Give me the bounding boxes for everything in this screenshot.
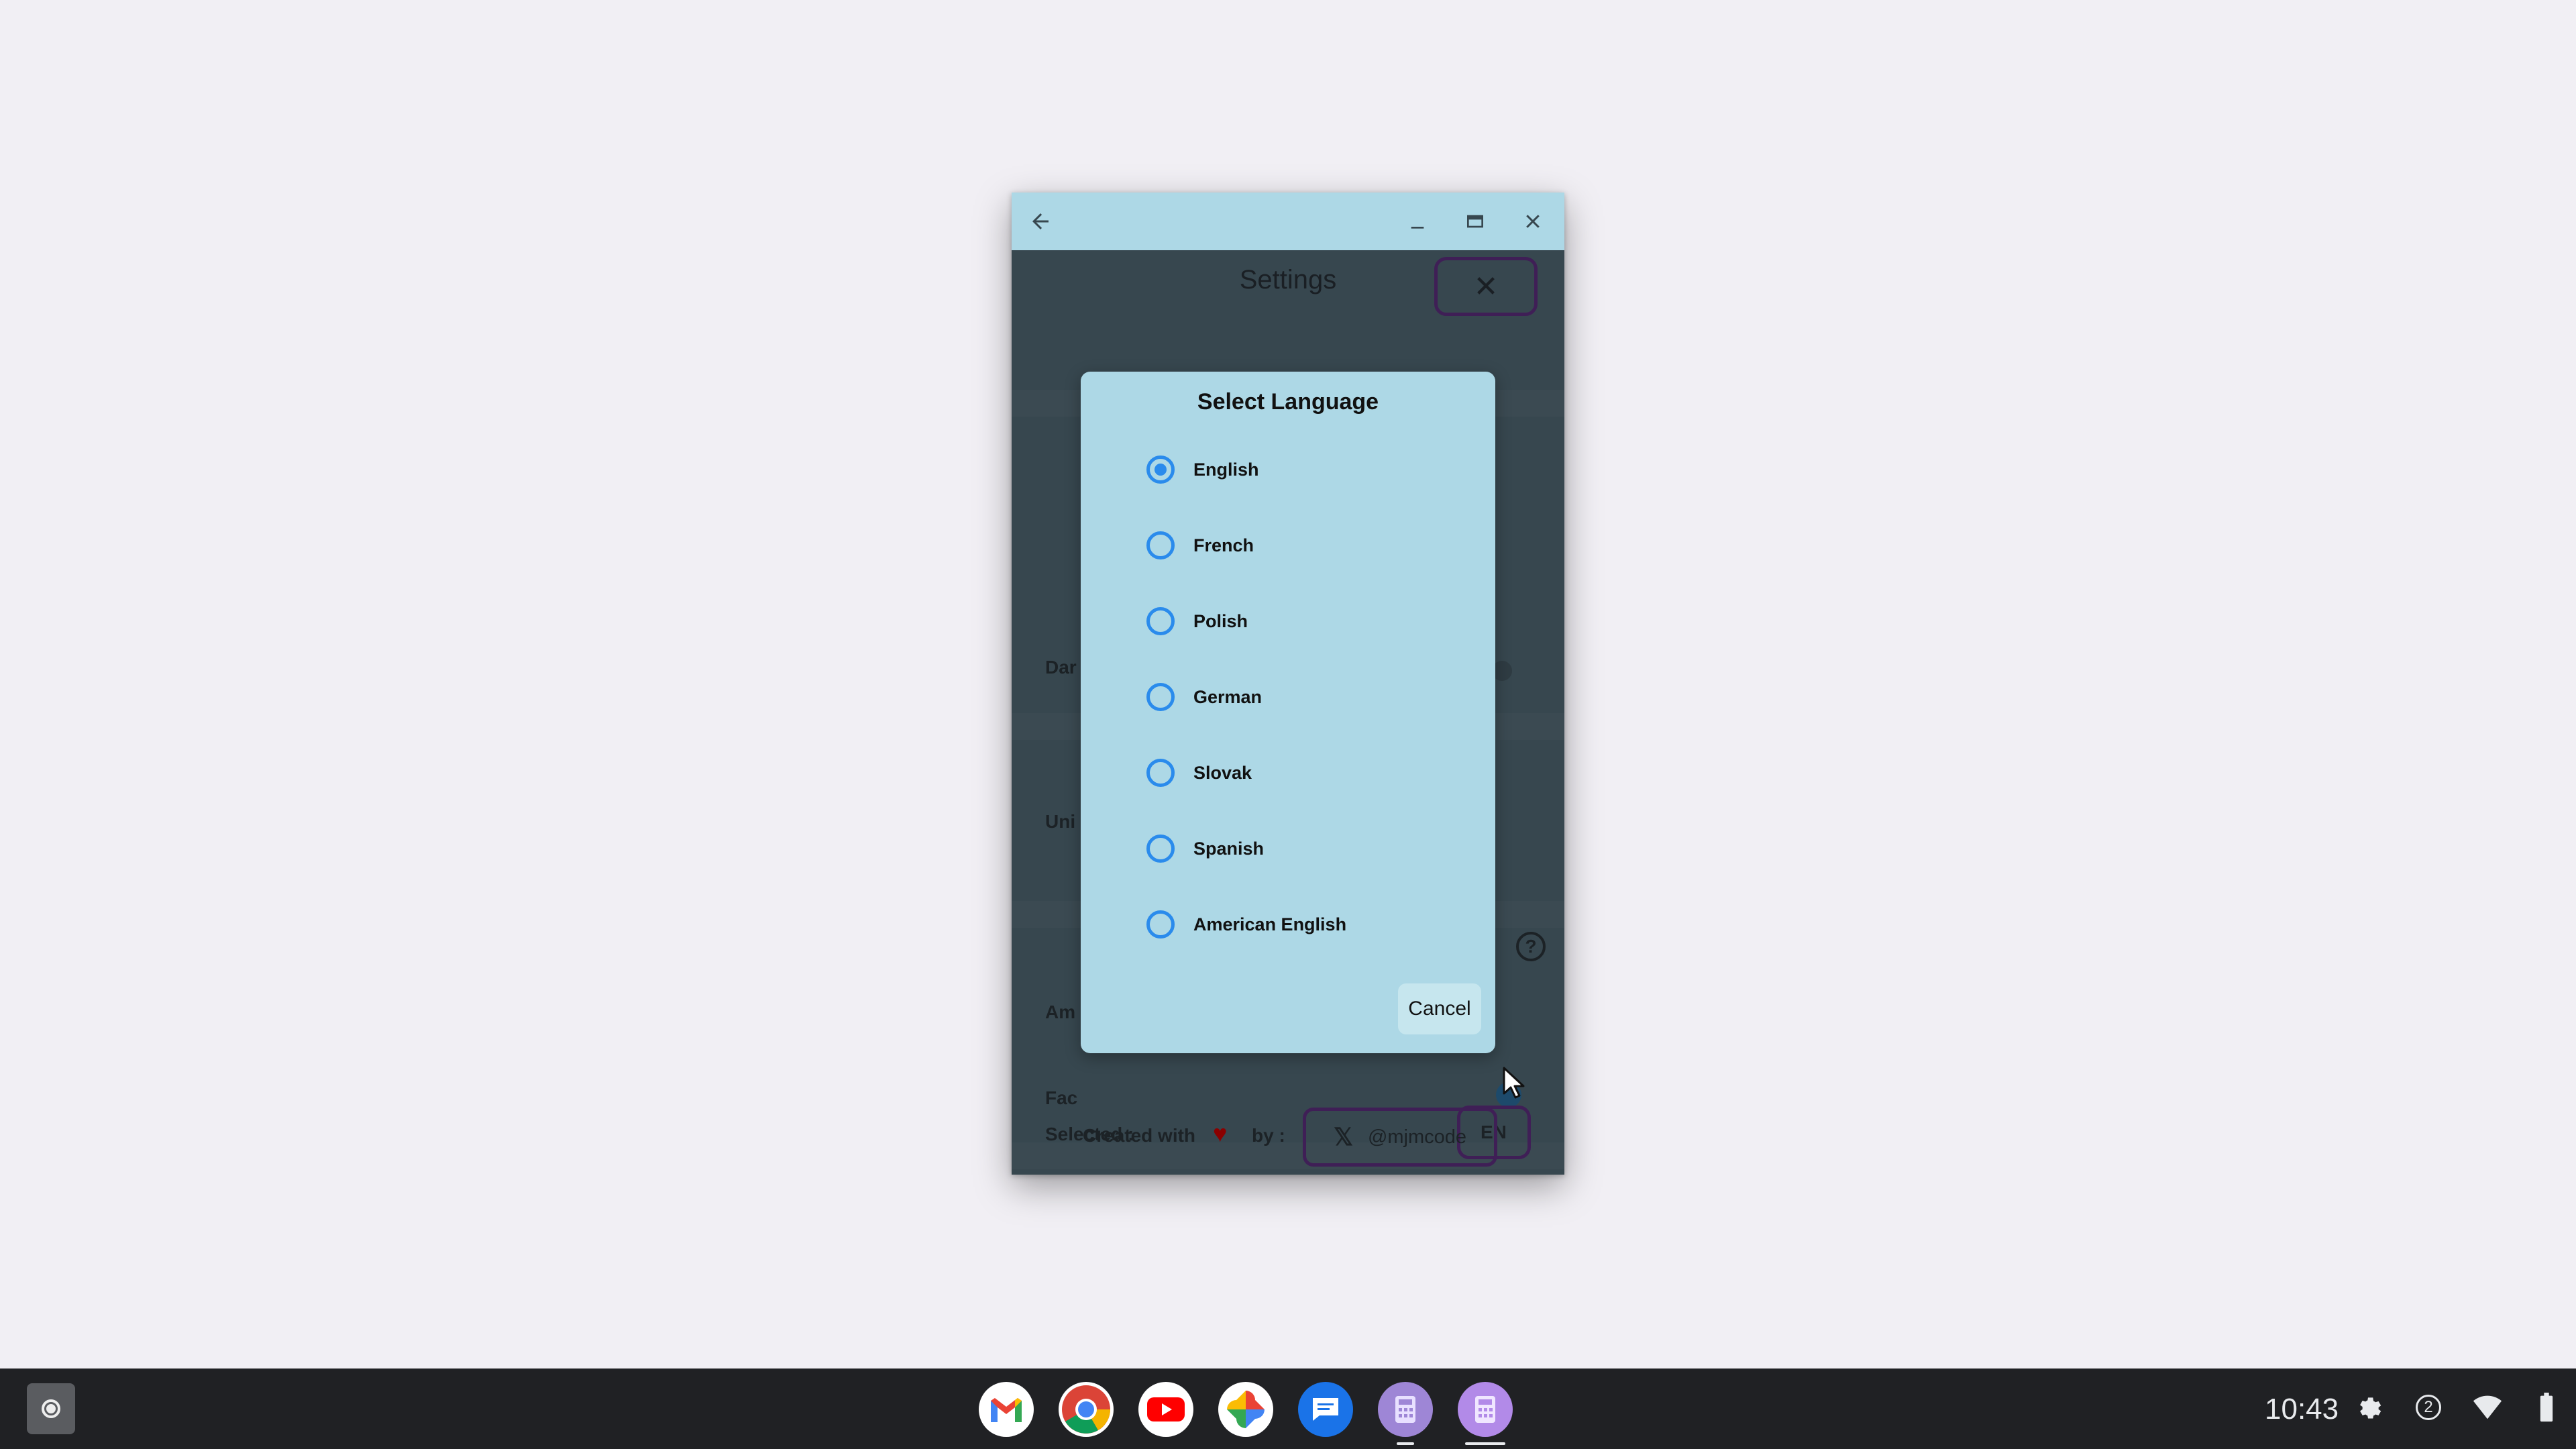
radio-button[interactable] — [1146, 455, 1175, 484]
youtube-app-icon[interactable] — [1138, 1382, 1193, 1437]
dark-mode-label: Dar — [1045, 657, 1077, 678]
taskbar-shelf: 10:43 2 — [0, 1368, 2576, 1449]
chat-bubble-icon — [1313, 1398, 1338, 1421]
chrome-icon — [1062, 1385, 1110, 1434]
launcher-icon — [42, 1399, 60, 1418]
language-option-american-english[interactable]: American English — [1146, 904, 1346, 945]
youtube-icon — [1147, 1397, 1185, 1421]
photos-app-icon[interactable] — [1218, 1382, 1273, 1437]
wifi-icon[interactable] — [2469, 1389, 2506, 1426]
radio-button[interactable] — [1146, 607, 1175, 635]
close-icon: ✕ — [1473, 270, 1499, 303]
active-indicator — [1465, 1442, 1505, 1445]
window-titlebar — [1012, 193, 1564, 250]
chrome-app-icon[interactable] — [1059, 1382, 1114, 1437]
option-label: English — [1193, 459, 1259, 480]
x-profile-link[interactable]: 𝕏 @mjmcode — [1303, 1108, 1497, 1167]
notification-count-badge[interactable]: 2 — [2410, 1389, 2447, 1426]
launcher-button[interactable] — [27, 1383, 75, 1434]
calculator-app-icon-active[interactable] — [1458, 1382, 1513, 1437]
notification-icon: 2 — [2416, 1395, 2441, 1420]
option-label: Slovak — [1193, 762, 1252, 783]
gmail-app-icon[interactable] — [979, 1382, 1034, 1437]
option-label: Polish — [1193, 610, 1248, 631]
running-indicator — [1397, 1442, 1414, 1445]
by-label: by : — [1252, 1125, 1285, 1146]
option-label: Spanish — [1193, 838, 1265, 859]
created-with-label: Created with — [1083, 1125, 1196, 1146]
x-logo-icon: 𝕏 — [1333, 1123, 1353, 1150]
language-option-polish[interactable]: Polish — [1146, 601, 1248, 641]
radio-button[interactable] — [1146, 683, 1175, 711]
language-option-german[interactable]: German — [1146, 677, 1262, 717]
maximize-icon — [1467, 215, 1483, 228]
factor-label: Fac — [1045, 1087, 1078, 1108]
radio-button[interactable] — [1146, 835, 1175, 863]
calculator-icon — [1475, 1396, 1495, 1423]
language-option-spanish[interactable]: Spanish — [1146, 828, 1264, 869]
back-button[interactable] — [1012, 193, 1069, 250]
units-label: Uni — [1045, 811, 1076, 832]
battery-level-icon — [2540, 1393, 2553, 1422]
select-language-dialog: Select Language English French Polish Ge… — [1081, 372, 1495, 1053]
language-option-french[interactable]: French — [1146, 525, 1254, 566]
settings-header: Settings ✕ — [1012, 250, 1564, 331]
wifi-signal-icon — [2473, 1395, 2502, 1419]
close-icon — [1526, 215, 1540, 228]
calculator-icon — [1395, 1396, 1415, 1423]
messages-app-icon[interactable] — [1298, 1382, 1353, 1437]
heart-icon: ♥ — [1213, 1120, 1228, 1147]
language-option-slovak[interactable]: Slovak — [1146, 753, 1252, 793]
amp-label: Am — [1045, 1002, 1076, 1022]
settings-close-button[interactable]: ✕ — [1434, 257, 1538, 316]
help-glyph: ? — [1525, 936, 1537, 957]
battery-icon[interactable] — [2528, 1389, 2565, 1426]
option-label: French — [1193, 535, 1254, 555]
option-label: German — [1193, 686, 1263, 707]
window-close-button[interactable] — [1504, 193, 1562, 250]
language-option-english[interactable]: English — [1146, 449, 1259, 490]
radio-button[interactable] — [1146, 531, 1175, 559]
help-icon[interactable]: ? — [1516, 932, 1546, 961]
calculator-app-icon[interactable] — [1378, 1382, 1433, 1437]
dialog-title: Select Language — [1197, 389, 1379, 415]
minimize-icon — [1411, 227, 1424, 229]
mouse-pointer-icon — [1503, 1067, 1525, 1099]
photos-pinwheel-icon — [1227, 1391, 1265, 1428]
settings-icon[interactable] — [2349, 1389, 2387, 1426]
cancel-button[interactable]: Cancel — [1398, 983, 1481, 1034]
gmail-icon — [991, 1398, 1022, 1422]
minimize-button[interactable] — [1389, 193, 1446, 250]
radio-button[interactable] — [1146, 910, 1175, 938]
maximize-button[interactable] — [1446, 193, 1504, 250]
x-handle-text: @mjmcode — [1367, 1126, 1467, 1148]
radio-button[interactable] — [1146, 759, 1175, 787]
arrow-left-icon — [1032, 213, 1049, 229]
clock[interactable]: 10:43 — [2265, 1393, 2339, 1426]
gear-icon — [2360, 1397, 2381, 1419]
option-label: American English — [1193, 914, 1347, 934]
